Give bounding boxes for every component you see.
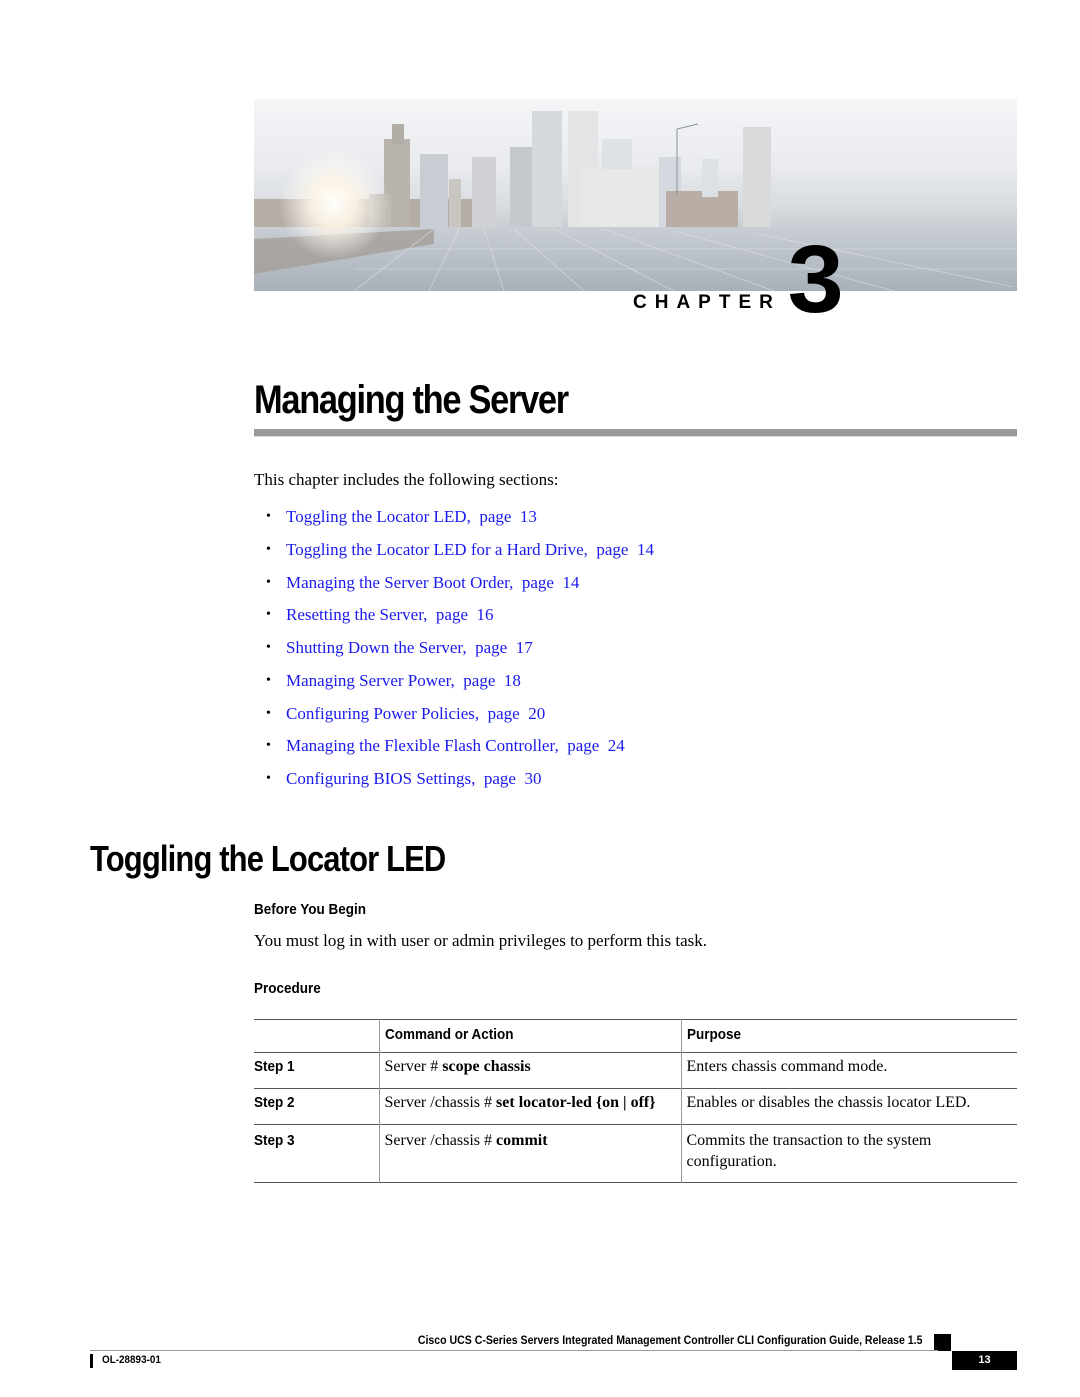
header-step xyxy=(254,1020,379,1053)
before-you-begin-text: You must log in with user or admin privi… xyxy=(254,931,707,950)
command-text: set locator-led {on | off} xyxy=(496,1094,656,1111)
table-row: Step 3 Server /chassis # commit Commits … xyxy=(254,1124,1017,1183)
footer-divider xyxy=(90,1350,938,1351)
section-list: • Toggling the Locator LED, page 13 • Togg… xyxy=(266,507,654,802)
command-text: commit xyxy=(496,1132,548,1149)
toc-item: • Toggling the Locator LED, page 13 xyxy=(266,507,654,540)
toc-item: • Managing the Flexible Flash Controller,… xyxy=(266,736,654,769)
footer-marker xyxy=(934,1334,951,1351)
page-number: 13 xyxy=(952,1351,1017,1370)
command-prompt: Server # xyxy=(384,1058,443,1075)
table-row: Step 2 Server /chassis # set locator-led… xyxy=(254,1088,1017,1125)
toc-item: • Toggling the Locator LED for a Hard Dri… xyxy=(266,540,654,573)
before-you-begin-heading: Before You Begin xyxy=(254,901,367,918)
toc-link[interactable]: Resetting the Server, page 16 xyxy=(286,605,494,625)
command-prompt: Server /chassis # xyxy=(384,1132,497,1149)
bullet-icon: • xyxy=(266,771,271,786)
chapter-label: CHAPTER xyxy=(633,292,781,313)
toc-item: • Shutting Down the Server, page 17 xyxy=(266,638,654,671)
title-divider xyxy=(254,429,1017,437)
command-cell: Server # scope chassis xyxy=(378,1052,681,1089)
toc-link[interactable]: Shutting Down the Server, page 17 xyxy=(286,638,533,658)
step-label: Step 2 xyxy=(254,1094,295,1111)
toc-link[interactable]: Toggling the Locator LED for a Hard Driv… xyxy=(286,540,654,560)
table-row: Step 1 Server # scope chassis Enters cha… xyxy=(254,1052,1017,1089)
bullet-icon: • xyxy=(266,541,271,557)
bullet-icon: • xyxy=(266,607,271,623)
intro-text: This chapter includes the following sect… xyxy=(254,470,559,489)
bullet-icon: • xyxy=(266,574,271,590)
purpose-cell: Enters chassis command mode. xyxy=(680,1052,1017,1089)
page-title: Managing the Server xyxy=(254,378,569,422)
toc-link[interactable]: Managing the Flexible Flash Controller, … xyxy=(286,736,625,756)
header-purpose: Purpose xyxy=(680,1019,1017,1053)
procedure-table: Command or Action Purpose Step 1 Server … xyxy=(254,1019,1017,1183)
toc-item: • Configuring Power Policies, page 20 xyxy=(266,704,654,737)
bullet-icon: • xyxy=(266,509,271,524)
toc-item: • Configuring BIOS Settings, page 30 xyxy=(266,769,654,802)
table-header-row: Command or Action Purpose xyxy=(254,1019,1017,1053)
toc-item: • Resetting the Server, page 16 xyxy=(266,605,654,638)
toc-link[interactable]: Configuring BIOS Settings, page 30 xyxy=(286,769,541,789)
toc-link[interactable]: Toggling the Locator LED, page 13 xyxy=(286,507,537,527)
bullet-icon: • xyxy=(266,640,271,655)
header-command: Command or Action xyxy=(378,1019,681,1053)
step-label: Step 3 xyxy=(254,1132,295,1149)
footer-doc-number: OL-28893-01 xyxy=(102,1354,161,1366)
step-label: Step 1 xyxy=(254,1058,295,1075)
bullet-icon: • xyxy=(266,672,271,688)
purpose-cell: Commits the transaction to the system co… xyxy=(680,1124,1017,1183)
bullet-icon: • xyxy=(266,738,271,754)
footer-guide-title: Cisco UCS C-Series Servers Integrated Ma… xyxy=(417,1333,922,1347)
bullet-icon: • xyxy=(266,705,271,721)
toc-link[interactable]: Managing Server Power, page 18 xyxy=(286,671,521,691)
purpose-cell: Enables or disables the chassis locator … xyxy=(680,1088,1017,1125)
command-cell: Server /chassis # commit xyxy=(378,1124,681,1183)
skyline-illustration xyxy=(254,111,1017,291)
toc-link[interactable]: Configuring Power Policies, page 20 xyxy=(286,704,545,724)
command-prompt: Server /chassis # xyxy=(384,1094,497,1111)
toc-item: • Managing Server Power, page 18 xyxy=(266,671,654,704)
procedure-heading: Procedure xyxy=(254,980,321,997)
toc-item: • Managing the Server Boot Order, page 14 xyxy=(266,573,654,606)
footer-left-bar xyxy=(90,1354,93,1368)
command-text: scope chassis xyxy=(442,1058,531,1075)
chapter-hero-image xyxy=(254,99,1017,291)
toc-link[interactable]: Managing the Server Boot Order, page 14 xyxy=(286,573,579,593)
section-title: Toggling the Locator LED xyxy=(90,838,446,879)
command-cell: Server /chassis # set locator-led {on | … xyxy=(378,1088,681,1125)
chapter-number: 3 xyxy=(787,226,844,333)
